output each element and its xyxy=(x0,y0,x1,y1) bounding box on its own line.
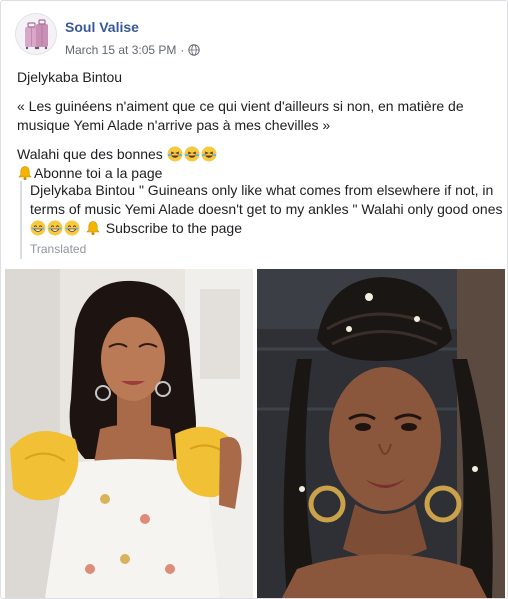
post-body: Djelykaba Bintou « Les guinéens n'aiment… xyxy=(17,68,495,183)
post-line-quote: « Les guinéens n'aiment que ce qui vient… xyxy=(17,98,464,133)
grinning-tears-emoji-icon xyxy=(64,220,80,236)
woman-braids-photo xyxy=(257,269,505,598)
bell-icon xyxy=(18,166,32,181)
meta-separator: · xyxy=(180,43,185,57)
translation-text-subscribe: Subscribe to the page xyxy=(105,220,242,236)
post-line-walahi-text: Walahi que des bonnes xyxy=(17,146,163,162)
grinning-tears-emoji-icon xyxy=(47,220,63,236)
post-line-walahi: Walahi que des bonnes xyxy=(17,145,495,164)
translation-text-main: Djelykaba Bintou " Guineans only like wh… xyxy=(30,182,503,217)
translation-block: Djelykaba Bintou " Guineans only like wh… xyxy=(20,181,506,259)
translated-label[interactable]: Translated xyxy=(30,240,506,259)
post-timestamp[interactable]: March 15 at 3:05 PM xyxy=(65,43,176,57)
translation-text: Djelykaba Bintou " Guineans only like wh… xyxy=(30,181,506,238)
post-photo-left[interactable] xyxy=(5,269,253,598)
laughing-tears-emoji-icon xyxy=(167,146,183,162)
page-avatar[interactable] xyxy=(15,13,57,55)
post-line-subscribe-text: Abonne toi a la page xyxy=(34,165,163,181)
post-card: Soul Valise March 15 at 3:05 PM · Djelyk… xyxy=(0,0,508,599)
laughing-tears-emoji-icon xyxy=(184,146,200,162)
post-line-name: Djelykaba Bintou xyxy=(17,69,123,85)
woman-yellow-dress-photo xyxy=(5,269,253,598)
laughing-tears-emoji-icon xyxy=(201,146,217,162)
suitcase-logo-icon xyxy=(16,14,56,54)
bell-icon xyxy=(86,221,100,236)
globe-icon[interactable] xyxy=(188,44,201,56)
page-name-link[interactable]: Soul Valise xyxy=(65,19,139,35)
grinning-tears-emoji-icon xyxy=(30,220,46,236)
post-photo-right[interactable] xyxy=(257,269,505,598)
post-meta: March 15 at 3:05 PM · xyxy=(65,43,201,57)
